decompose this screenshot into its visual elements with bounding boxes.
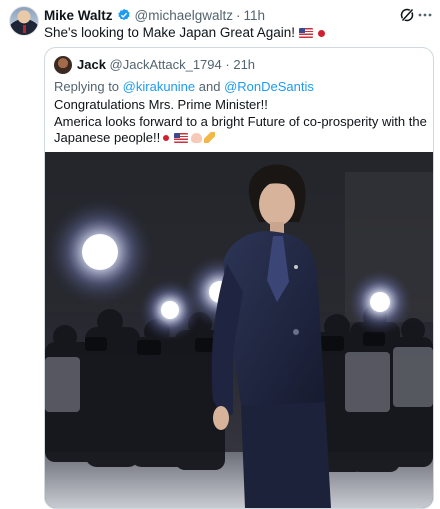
- verified-badge-icon: [117, 8, 130, 21]
- us-flag-emoji: [174, 133, 189, 143]
- avatar[interactable]: [9, 6, 39, 36]
- more-icon[interactable]: [418, 10, 432, 20]
- quoted-timestamp[interactable]: 21h: [233, 57, 255, 72]
- quoted-line-1: Congratulations Mrs. Prime Minister!!: [54, 97, 268, 112]
- grok-icon[interactable]: [399, 7, 415, 23]
- quoted-text: Congratulations Mrs. Prime Minister!! Am…: [54, 97, 427, 147]
- quoted-header: Jack @JackAttack_1794 · 21h: [77, 57, 255, 72]
- tweet-text-content: She's looking to Make Japan Great Again!: [44, 25, 295, 40]
- author-handle[interactable]: @michaelgwaltz: [135, 8, 234, 23]
- tweet-header: Mike Waltz @michaelgwaltz · 11h: [44, 6, 265, 24]
- us-flag-icon: [298, 28, 313, 38]
- timestamp[interactable]: 11h: [244, 8, 266, 23]
- quoted-avatar[interactable]: [54, 56, 72, 74]
- quoted-tweet[interactable]: Jack @JackAttack_1794 · 21h Replying to …: [44, 47, 434, 509]
- quoted-author-name[interactable]: Jack: [77, 57, 106, 72]
- separator: ·: [236, 7, 241, 23]
- flexed-biceps-emoji: [191, 133, 203, 143]
- quoted-line-3-row: Japanese people!!: [54, 130, 426, 147]
- tweet-text: She's looking to Make Japan Great Again!: [44, 24, 325, 42]
- photo-scene: [45, 152, 433, 508]
- author-name[interactable]: Mike Waltz: [44, 8, 113, 23]
- folded-hands-emoji: [204, 132, 216, 143]
- japan-flag-icon: [317, 30, 325, 37]
- mention-kirakunine[interactable]: @kirakunine: [123, 79, 195, 94]
- quoted-photo[interactable]: [45, 152, 433, 508]
- tweet[interactable]: Mike Waltz @michaelgwaltz · 11h She's lo…: [0, 0, 440, 509]
- replying-to: Replying to @kirakunine and @RonDeSantis: [54, 79, 314, 94]
- quoted-line-2: America looks forward to a bright Future…: [54, 113, 427, 129]
- reply-and: and: [198, 79, 221, 94]
- quoted-line-3: Japanese people!!: [54, 130, 161, 145]
- mention-rondesantis[interactable]: @RonDeSantis: [224, 79, 314, 94]
- quoted-separator: ·: [225, 57, 230, 72]
- quoted-handle[interactable]: @JackAttack_1794: [110, 57, 222, 72]
- japan-flag-emoji: [163, 135, 170, 141]
- reply-prefix: Replying to: [54, 79, 120, 94]
